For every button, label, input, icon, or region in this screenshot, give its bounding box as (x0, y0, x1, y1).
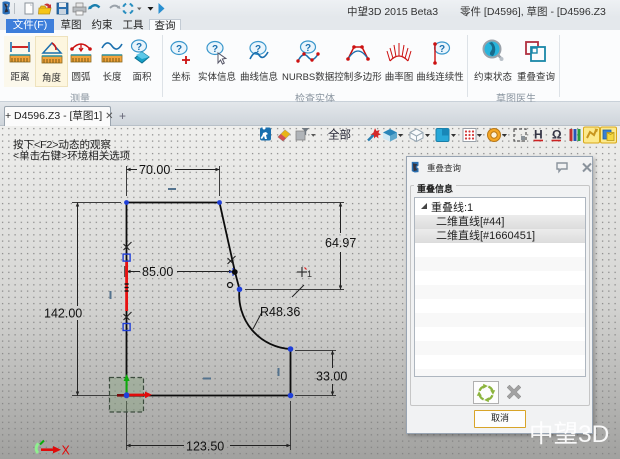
svg-text:64.97: 64.97 (325, 236, 356, 250)
svg-text:?: ? (212, 44, 218, 55)
svg-text:?: ? (136, 42, 142, 53)
svg-text:123.50: 123.50 (186, 440, 224, 454)
svg-text:?: ? (176, 44, 182, 55)
svg-text:85.00: 85.00 (142, 265, 173, 279)
svg-text:?: ? (305, 43, 311, 54)
svg-text:R48.36: R48.36 (260, 305, 300, 319)
svg-text:全部: 全部 (328, 128, 351, 142)
svg-text:33.00: 33.00 (316, 370, 347, 384)
svg-text:H: H (534, 128, 543, 142)
svg-text:Ω: Ω (552, 128, 562, 142)
svg-text:?: ? (439, 44, 445, 55)
svg-text:1: 1 (307, 269, 312, 279)
svg-text:142.00: 142.00 (44, 307, 82, 321)
svg-text:70.00: 70.00 (139, 163, 170, 177)
svg-text:X: X (62, 444, 71, 458)
